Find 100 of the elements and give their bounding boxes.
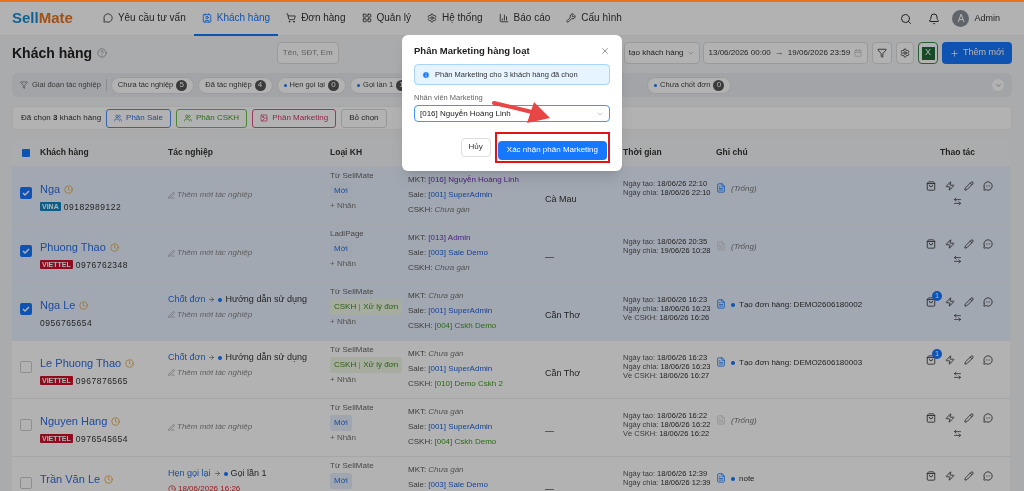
type-tag[interactable]: Mới [330, 415, 352, 431]
bag-icon[interactable] [926, 239, 936, 249]
type-tag[interactable]: CSKH Xử lý đơn [330, 357, 403, 373]
add-new-button[interactable]: Thêm mới [942, 42, 1012, 64]
bag-icon[interactable] [926, 181, 936, 191]
assignee-name: Chưa gán [434, 262, 470, 274]
swap-icon[interactable] [953, 429, 962, 438]
comment-icon[interactable] [983, 239, 993, 249]
swap-icon[interactable] [953, 313, 962, 322]
bell-icon[interactable] [928, 12, 941, 25]
pencil-icon[interactable] [964, 413, 974, 423]
bag-icon[interactable] [926, 471, 936, 481]
customer-name[interactable]: Phuong Thao [40, 239, 106, 256]
cancel-button[interactable]: Hủy [460, 137, 491, 157]
document-icon[interactable] [716, 473, 726, 483]
row-checkbox[interactable] [20, 303, 32, 315]
confirm-button[interactable]: Xác nhận phân Marketing [497, 140, 607, 160]
row-checkbox[interactable] [20, 187, 32, 199]
add-work-link[interactable]: Thêm mới tác nghiệp [177, 308, 253, 321]
row-checkbox[interactable] [20, 245, 32, 257]
column-header: Thời gian [623, 146, 663, 159]
row-checkbox[interactable] [20, 477, 32, 489]
bolt-icon[interactable] [945, 181, 955, 191]
bolt-icon[interactable] [945, 297, 955, 307]
comment-icon[interactable] [983, 181, 993, 191]
add-work-link[interactable]: Thêm mới tác nghiệp [177, 189, 253, 201]
pencil-icon[interactable] [964, 181, 974, 191]
bolt-icon[interactable] [945, 239, 955, 249]
column-header: Loại KH [330, 146, 364, 159]
nav-tab[interactable]: Đơn hàng [278, 2, 354, 36]
date-range-field[interactable]: 13/06/2026 00:00 → 19/06/2026 23:59 [702, 42, 869, 64]
filter-button[interactable] [872, 42, 893, 64]
excel-button[interactable]: X [918, 42, 939, 64]
comment-icon[interactable] [983, 355, 993, 365]
customer-name[interactable]: Trần Văn Le [40, 471, 101, 488]
document-icon[interactable] [716, 299, 726, 309]
swap-icon[interactable] [953, 255, 962, 264]
nav-tab[interactable]: Yêu cầu tư vấn [94, 2, 194, 36]
pencil-icon[interactable] [964, 355, 974, 365]
nav-tab[interactable]: Báo cáo [490, 2, 559, 36]
comment-icon[interactable] [983, 413, 993, 423]
bag-icon[interactable] [926, 413, 936, 423]
assignee-name: Chưa gán [428, 290, 464, 302]
region-text: — [545, 426, 554, 436]
brand-logo[interactable]: SellMate [12, 7, 73, 30]
assign-button[interactable]: Phân CSKH [176, 108, 248, 128]
note-text: (Trống) [731, 241, 757, 253]
bolt-icon[interactable] [945, 471, 955, 481]
assign-button[interactable]: Bỏ chọn [341, 108, 387, 128]
assignee-name: Chưa gán [428, 406, 464, 418]
customer-name[interactable]: Nguyen Hang [40, 413, 108, 430]
region-text: Cần Thơ [545, 310, 581, 320]
comment-icon[interactable] [983, 471, 993, 481]
nav-tab[interactable]: Quản lý [353, 2, 419, 36]
settings-button[interactable] [896, 42, 915, 64]
add-work-link[interactable]: Thêm mới tác nghiệp [177, 366, 253, 379]
type-tag[interactable]: Mới [330, 473, 352, 489]
comment-icon[interactable] [983, 297, 993, 307]
customer-name[interactable]: Le Phuong Thao [40, 355, 122, 372]
assign-button[interactable]: Phân Marketing [252, 108, 337, 128]
user-name[interactable]: Admin [974, 11, 1000, 26]
row-checkbox[interactable] [20, 361, 32, 373]
add-label-link[interactable]: + Nhãn [330, 201, 357, 211]
swap-icon[interactable] [953, 197, 962, 206]
search-field[interactable]: Tên, SĐT, Em [276, 42, 339, 64]
swap-icon[interactable] [953, 371, 962, 380]
date-type-dropdown[interactable]: tạo khách hàng [623, 42, 700, 64]
role-label: MKT: [408, 406, 427, 418]
bag-icon[interactable] [926, 355, 936, 365]
nav-tab[interactable]: Hệ thống [418, 2, 491, 36]
customer-name[interactable]: Nga Le [40, 297, 76, 314]
document-icon[interactable] [716, 183, 726, 193]
nav-tab[interactable]: Khách hàng [193, 2, 279, 36]
nav-tab[interactable]: Cấu hình [558, 2, 630, 36]
avatar[interactable]: A [952, 10, 970, 27]
close-icon[interactable] [600, 46, 610, 56]
add-work-link[interactable]: Thêm mới tác nghiệp [177, 421, 253, 433]
stage-link[interactable]: Chốt đơn [168, 351, 206, 365]
pencil-icon[interactable] [964, 471, 974, 481]
select-all-checkbox[interactable] [22, 148, 30, 157]
pencil-icon[interactable] [964, 297, 974, 307]
add-label-link[interactable]: + Nhãn [330, 433, 357, 443]
document-icon[interactable] [716, 357, 726, 367]
type-tag[interactable]: CSKH Xử lý đơn [330, 299, 403, 315]
add-label-link[interactable]: + Nhãn [330, 259, 357, 269]
bolt-icon[interactable] [945, 413, 955, 423]
stage-link[interactable]: Chốt đơn [168, 293, 206, 307]
stage-link[interactable]: Hẹn gọi lại [168, 467, 211, 481]
bolt-icon[interactable] [945, 355, 955, 365]
add-work-link[interactable]: Thêm mới tác nghiệp [177, 247, 253, 259]
role-label: CSKH: [408, 204, 433, 216]
customer-name[interactable]: Nga [40, 181, 61, 198]
search-icon[interactable] [900, 12, 913, 25]
add-label-link[interactable]: + Nhãn [330, 375, 357, 385]
note-text: Tạo đơn hàng: DEMO2606180003 [739, 357, 863, 369]
assign-button[interactable]: Phân Sale [106, 108, 171, 128]
bag-icon[interactable] [926, 297, 936, 307]
add-label-link[interactable]: + Nhãn [330, 317, 357, 327]
row-checkbox[interactable] [20, 419, 32, 431]
pencil-icon[interactable] [964, 239, 974, 249]
